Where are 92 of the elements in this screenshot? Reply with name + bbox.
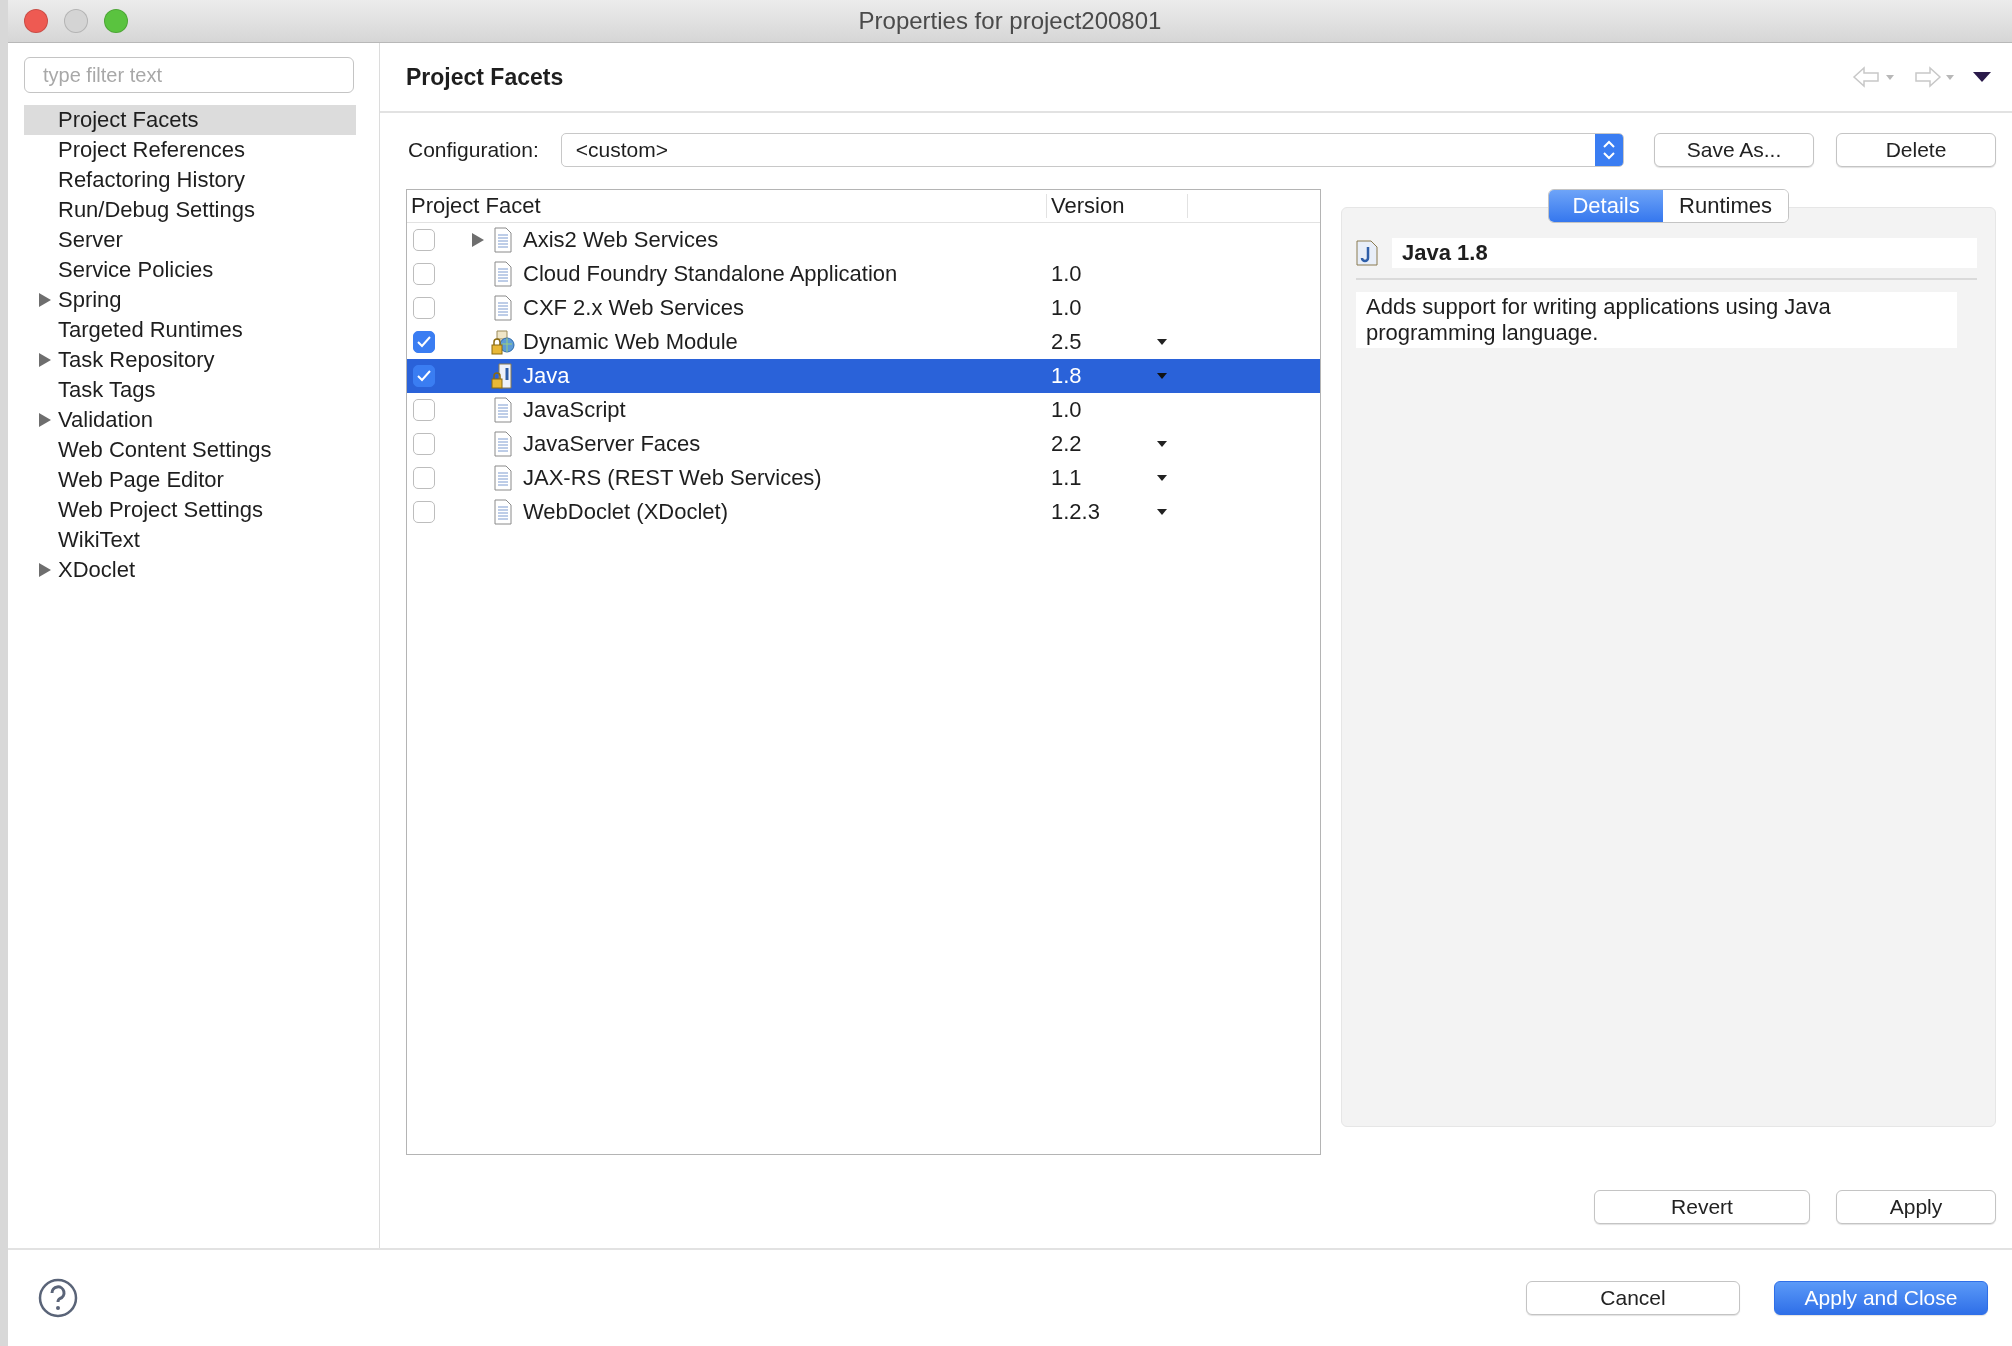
expand-icon[interactable] [38,562,52,578]
facet-checkbox[interactable] [413,263,435,285]
close-button[interactable] [24,9,48,33]
facet-version: 1.0 [1051,261,1082,286]
window-title: Properties for project200801 [858,7,1162,35]
facet-checkbox[interactable] [413,501,435,523]
facet-row[interactable]: Java 1.8 [407,359,1320,393]
document-icon [491,397,515,423]
document-icon [491,295,515,321]
sidebar-item[interactable]: Service Policies [24,255,356,285]
facet-row[interactable]: WebDoclet (XDoclet) 1.2.3 [407,495,1320,529]
facet-row[interactable]: Cloud Foundry Standalone Application 1.0 [407,257,1320,291]
facet-name: JAX-RS (REST Web Services) [523,465,822,491]
sidebar-item[interactable]: Web Page Editor [24,465,356,495]
cancel-button[interactable]: Cancel [1526,1281,1740,1315]
facet-row[interactable]: CXF 2.x Web Services 1.0 [407,291,1320,325]
dropdown-caret-icon[interactable] [1156,474,1168,482]
page-button[interactable]: Apply [1836,1190,1996,1224]
document-icon [491,465,515,491]
facet-checkbox[interactable] [413,229,435,251]
sidebar-item[interactable]: Spring [24,285,356,315]
configuration-select[interactable]: <custom> [560,133,1624,167]
sidebar-item[interactable]: Task Repository [24,345,356,375]
facet-row[interactable]: JAX-RS (REST Web Services) 1.1 [407,461,1320,495]
facet-checkbox[interactable] [413,331,435,353]
menu-caret-icon[interactable] [1972,71,1992,83]
checkmark-icon [417,336,431,348]
dropdown-caret-icon[interactable] [1156,508,1168,516]
document-icon [491,261,515,287]
facet-checkbox[interactable] [413,297,435,319]
filter-field[interactable]: type filter text [24,57,354,93]
sidebar-item[interactable]: Web Content Settings [24,435,356,465]
expand-icon[interactable] [38,292,52,308]
help-icon[interactable] [38,1278,78,1318]
facet-name: CXF 2.x Web Services [523,295,744,321]
sidebar-item[interactable]: Refactoring History [24,165,356,195]
page-button[interactable]: Revert [1594,1190,1810,1224]
sidebar-item[interactable]: Targeted Runtimes [24,315,356,345]
facet-version: 1.2.3 [1051,499,1100,524]
facet-name: Dynamic Web Module [523,329,738,355]
sidebar-item[interactable]: Server [24,225,356,255]
facet-version: 2.5 [1051,329,1082,354]
dropdown-caret-icon[interactable] [1156,440,1168,448]
facet-name: Cloud Foundry Standalone Application [523,261,898,287]
column-header[interactable]: Version [1047,194,1188,218]
sidebar-item[interactable]: Project Facets [24,105,356,135]
sidebar-item[interactable]: Task Tags [24,375,356,405]
facet-row[interactable]: JavaServer Faces 2.2 [407,427,1320,461]
facet-name: Java [523,363,570,389]
facet-version: 2.2 [1051,431,1082,456]
column-header[interactable]: Project Facet [407,194,1047,218]
facet-row[interactable]: Axis2 Web Services [407,223,1320,257]
java-lock-icon [491,363,515,389]
facet-title: Java 1.8 [1392,238,1977,268]
configuration-label: Configuration: [408,138,539,162]
document-icon [491,227,515,253]
globe-lock-icon [491,329,515,355]
sidebar-item[interactable]: Project References [24,135,356,165]
document-icon [491,499,515,525]
stepper-arrows-icon[interactable] [1595,134,1623,166]
sidebar-item[interactable]: Web Project Settings [24,495,356,525]
apply-and-close-button[interactable]: Apply and Close [1774,1281,1988,1315]
checkmark-icon [417,370,431,382]
facet-name: Axis2 Web Services [523,227,719,253]
page-title: Project Facets [406,63,565,91]
facet-checkbox[interactable] [413,399,435,421]
dropdown-caret-icon[interactable] [1156,338,1168,346]
expand-icon[interactable] [38,352,52,368]
document-icon [491,431,515,457]
facet-row[interactable]: Dynamic Web Module 2.5 [407,325,1320,359]
sidebar-item[interactable]: Validation [24,405,356,435]
configuration-button[interactable]: Delete [1836,133,1996,167]
facet-name: JavaScript [523,397,626,423]
sidebar-item[interactable]: WikiText [24,525,356,555]
facet-checkbox[interactable] [413,467,435,489]
facet-name: WebDoclet (XDoclet) [523,499,728,525]
facet-row[interactable]: JavaScript 1.0 [407,393,1320,427]
sidebar-item[interactable]: Run/Debug Settings [24,195,356,225]
sidebar-item[interactable]: XDoclet [24,555,356,585]
facet-version: 1.0 [1051,397,1082,422]
facet-checkbox[interactable] [413,433,435,455]
expand-icon[interactable] [471,232,485,248]
java-file-icon [1356,240,1378,266]
facet-name: JavaServer Faces [523,431,701,457]
configuration-button[interactable]: Save As... [1654,133,1814,167]
facet-version: 1.0 [1051,295,1082,320]
facet-description: Adds support for writing applications using Java programming language. [1356,292,1957,348]
facet-version: 1.1 [1051,465,1082,490]
expand-icon[interactable] [38,412,52,428]
facet-version: 1.8 [1051,363,1082,388]
facet-checkbox[interactable] [413,365,435,387]
zoom-button[interactable] [104,9,128,33]
